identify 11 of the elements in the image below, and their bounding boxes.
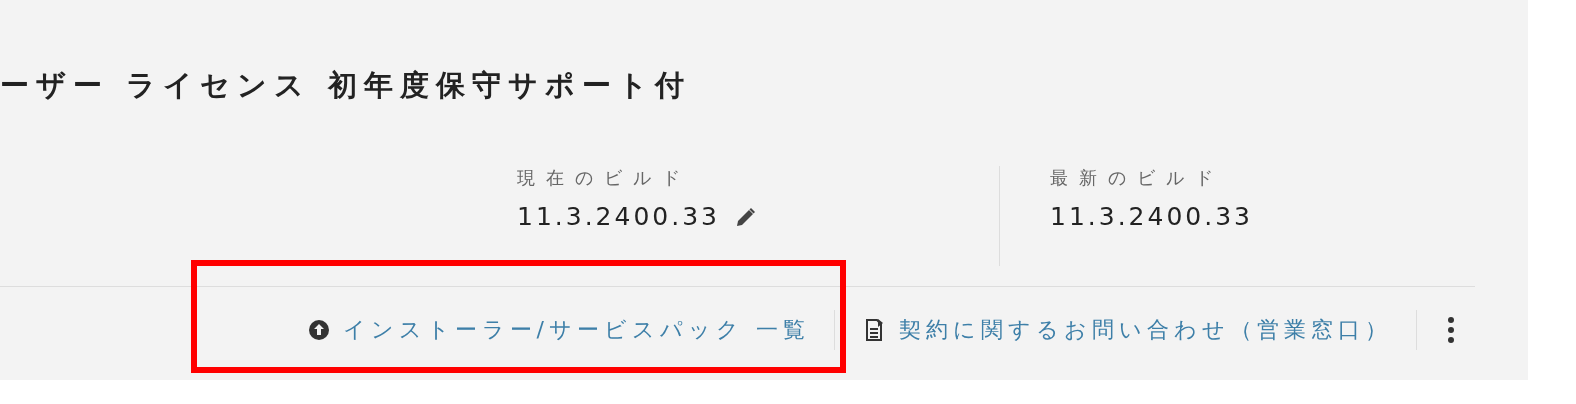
more-menu-icon[interactable] [1447, 316, 1455, 344]
build-label: 現在のビルド [517, 166, 691, 190]
upload-icon [308, 320, 329, 340]
build-version: 11.3.2400.33 [517, 202, 720, 231]
action-link[interactable]: インストーラー/サービスパック 一覧 [278, 310, 835, 350]
build-version: 11.3.2400.33 [1050, 202, 1253, 231]
product-title: ーザー ライセンス 初年度保守サポート付 [0, 67, 693, 104]
document-icon [865, 318, 885, 342]
build-label: 最新のビルド [1050, 166, 1224, 190]
pencil-icon[interactable] [736, 206, 756, 227]
action-link[interactable]: 契約に関するお問い合わせ（営業窓口） [835, 310, 1417, 350]
